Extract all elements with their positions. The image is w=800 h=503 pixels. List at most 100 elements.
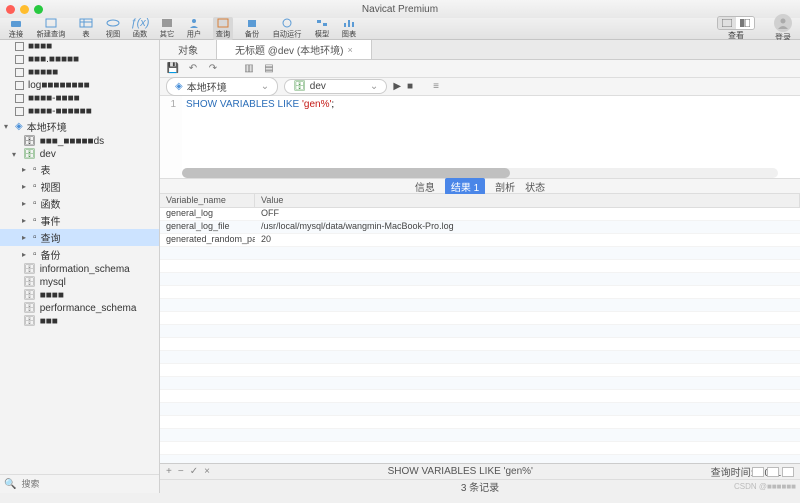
db-node-first[interactable]: 🗄■■■_■■■■■ds (0, 135, 159, 148)
titlebar: Navicat Premium (0, 0, 800, 18)
user-avatar[interactable] (774, 14, 792, 32)
delete-row-icon[interactable]: − (178, 466, 184, 477)
table-row[interactable] (160, 364, 800, 377)
table-row[interactable] (160, 299, 800, 312)
tab-info[interactable]: 信息 (415, 179, 435, 194)
db-combo[interactable]: 🗄dev⌄ (284, 79, 387, 94)
col-variable-name[interactable]: Variable_name (160, 194, 255, 207)
table-row[interactable] (160, 429, 800, 442)
table-row[interactable] (160, 286, 800, 299)
env-combo[interactable]: ◈本地环境⌄ (166, 77, 278, 96)
app-title: Navicat Premium (362, 4, 438, 15)
toolbar-misc-button[interactable]: 其它 (159, 17, 175, 40)
table-row[interactable]: general_logOFF (160, 208, 800, 221)
minimize-window[interactable] (20, 5, 29, 14)
db-child-table[interactable]: ▸▫表 (0, 161, 159, 178)
toolbar-table-button[interactable]: 表 (78, 17, 94, 40)
toolbar-newq-button[interactable]: 新建查询 (35, 17, 67, 40)
record-count: 3 条记录 (461, 479, 499, 494)
tab-objects[interactable]: 对象 (160, 40, 217, 59)
connection-item[interactable]: ■■■■ (0, 40, 159, 53)
table-row[interactable] (160, 273, 800, 286)
line-gutter: 1 (160, 96, 182, 178)
tab-query[interactable]: 无标题 @dev (本地环境)× (217, 40, 372, 59)
run-icon[interactable]: ▶ (393, 81, 401, 92)
query-toolbar: 💾 ↶ ↷ ▥ ▤ (160, 60, 800, 78)
db-node[interactable]: 🗄information_schema (0, 263, 159, 276)
view-mode-toggle[interactable] (717, 16, 755, 30)
form-view-icon[interactable] (767, 467, 779, 477)
table-row[interactable] (160, 403, 800, 416)
connection-item[interactable]: log■■■■■■■■ (0, 79, 159, 92)
toolbar-query-button[interactable]: 查询 (213, 17, 233, 40)
table-row[interactable]: generated_random_password_length20 (160, 234, 800, 247)
close-window[interactable] (6, 5, 15, 14)
maximize-window[interactable] (34, 5, 43, 14)
db-node[interactable]: 🗄performance_schema (0, 302, 159, 315)
tab-profile[interactable]: 剖析 (495, 179, 515, 194)
table-row[interactable] (160, 377, 800, 390)
toolbar-backup-button[interactable]: 备份 (244, 17, 260, 40)
grid-toolbar: + − ✓ × SHOW VARIABLES LIKE 'gen%' 查询时间:… (160, 463, 800, 479)
connection-item[interactable]: ■■■■■ (0, 66, 159, 79)
content-area: 对象 无标题 @dev (本地环境)× 💾 ↶ ↷ ▥ ▤ ◈本地环境⌄ 🗄de… (160, 40, 800, 493)
memo-view-icon[interactable] (782, 467, 794, 477)
watermark: CSDN @■■■■■■ (734, 482, 796, 491)
toolbar-chart-button[interactable]: 图表 (341, 17, 357, 40)
save-icon[interactable]: 💾 (166, 62, 180, 76)
grid-view-icon[interactable] (752, 467, 764, 477)
db-child-event[interactable]: ▸▫事件 (0, 212, 159, 229)
db-node[interactable]: 🗄■■■■ (0, 289, 159, 302)
table-row[interactable]: general_log_file/usr/local/mysql/data/wa… (160, 221, 800, 234)
connection-item[interactable]: ■■■.■■■■■ (0, 53, 159, 66)
editor-tabs: 对象 无标题 @dev (本地环境)× (160, 40, 800, 60)
tab-status[interactable]: 状态 (525, 179, 545, 194)
close-icon[interactable]: × (348, 45, 353, 55)
db-child-view[interactable]: ▸▫视图 (0, 178, 159, 195)
db-node[interactable]: 🗄■■■ (0, 315, 159, 328)
table-row[interactable] (160, 247, 800, 260)
status-bar: 3 条记录 CSDN @■■■■■■ (160, 479, 800, 493)
connection-tree: ■■■■■■■.■■■■■■■■■■log■■■■■■■■■■■■-■■■■■■… (0, 40, 159, 474)
format-icon[interactable]: ▥ (242, 62, 256, 76)
search-icon: 🔍 (4, 479, 16, 490)
table-row[interactable] (160, 390, 800, 403)
col-value[interactable]: Value (255, 194, 800, 207)
beautify-icon[interactable]: ≡ (433, 81, 439, 92)
toolbar-view-button[interactable]: 视图 (105, 17, 121, 40)
table-row[interactable] (160, 338, 800, 351)
toolbar-fx-button[interactable]: ƒ(x)函数 (132, 17, 148, 40)
tab-result[interactable]: 结果 1 (445, 178, 485, 195)
sql-editor[interactable]: 1 SHOW VARIABLES LIKE 'gen%'; (160, 96, 800, 178)
add-row-icon[interactable]: + (166, 466, 172, 477)
db-child-query[interactable]: ▸▫查询 (0, 229, 159, 246)
stop-icon[interactable]: ■ (407, 81, 413, 92)
table-row[interactable] (160, 416, 800, 429)
toolbar-auto-button[interactable]: 自动运行 (271, 17, 303, 40)
sidebar-search-input[interactable] (19, 477, 155, 491)
editor-scrollbar[interactable] (182, 168, 778, 178)
explain-icon[interactable]: ▤ (262, 62, 276, 76)
toolbar-plug-button[interactable]: 连接 (8, 17, 24, 40)
db-node[interactable]: 🗄mysql (0, 276, 159, 289)
commit-icon[interactable]: ✓ (190, 466, 198, 477)
db-node-dev[interactable]: ▾🗄dev (0, 148, 159, 161)
connection-item[interactable]: ■■■■-■■■■ (0, 92, 159, 105)
toolbar-model-button[interactable]: 模型 (314, 17, 330, 40)
table-row[interactable] (160, 260, 800, 273)
table-row[interactable] (160, 351, 800, 364)
table-row[interactable] (160, 325, 800, 338)
main-toolbar: 连接新建查询表视图ƒ(x)函数其它用户查询备份自动运行模型图表 查看 登录 (0, 18, 800, 40)
table-row[interactable] (160, 442, 800, 455)
sql-code[interactable]: SHOW VARIABLES LIKE 'gen%'; (182, 96, 334, 178)
connection-item[interactable]: ■■■■-■■■■■■ (0, 105, 159, 118)
env-node[interactable]: ▾◈本地环境 (0, 118, 159, 135)
undo-icon[interactable]: ↶ (186, 62, 200, 76)
db-child-fx[interactable]: ▸▫函数 (0, 195, 159, 212)
toolbar-user-button[interactable]: 用户 (186, 17, 202, 40)
table-row[interactable] (160, 455, 800, 463)
db-child-backup[interactable]: ▸▫备份 (0, 246, 159, 263)
table-row[interactable] (160, 312, 800, 325)
sidebar-search: 🔍 (0, 474, 159, 493)
redo-icon[interactable]: ↷ (206, 62, 220, 76)
